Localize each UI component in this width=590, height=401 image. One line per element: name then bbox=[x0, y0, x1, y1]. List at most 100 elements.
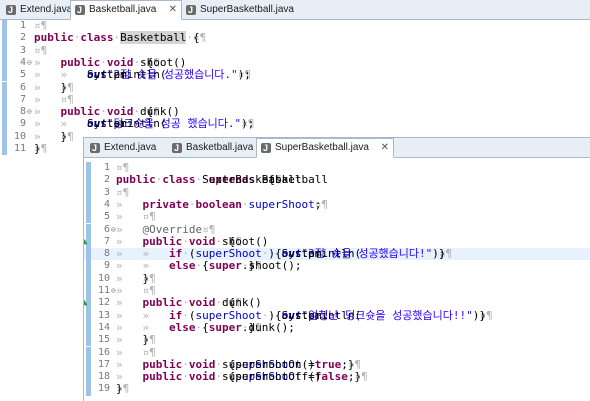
line-number: 9 bbox=[19, 118, 26, 130]
code-line[interactable]: 19} ¤¶ bbox=[84, 383, 590, 396]
code-line[interactable]: 2 public·class·Basketball·{¤¶ bbox=[0, 31, 590, 45]
code-token: = bbox=[308, 370, 315, 384]
code-token: void bbox=[188, 357, 216, 371]
code-token: » » bbox=[116, 247, 169, 261]
code-token: void bbox=[188, 370, 216, 384]
code-token: ¤¶ bbox=[34, 43, 48, 57]
code-token: · bbox=[215, 357, 222, 371]
code-token: public bbox=[34, 31, 74, 45]
code-token: super bbox=[208, 259, 242, 273]
line-number: 11 bbox=[13, 143, 26, 154]
code-token: else bbox=[168, 320, 196, 334]
code-line[interactable]: 15» } ¤¶ bbox=[84, 333, 590, 347]
code-line[interactable]: 18» public·void· superShootOff() ·{·superS… bbox=[84, 370, 590, 384]
line-number: 6 bbox=[19, 81, 26, 93]
code-line[interactable]: 10» } ¤¶ bbox=[84, 271, 590, 285]
tab-label: Basketball.java bbox=[186, 142, 254, 153]
tab-basketball[interactable]: Basketball.java ✕ bbox=[70, 0, 182, 20]
code-token: · bbox=[133, 105, 140, 119]
close-icon[interactable]: ✕ bbox=[169, 1, 177, 18]
code-token: else bbox=[168, 259, 196, 273]
code-token: { bbox=[192, 31, 200, 45]
fold-toggle-icon[interactable]: ⊖ bbox=[27, 106, 32, 118]
tab-basketball[interactable]: Basketball.java bbox=[168, 139, 266, 157]
override-triangle-icon[interactable]: ▲ bbox=[84, 236, 87, 248]
tab-superbasketball[interactable]: SuperBasketball.java ✕ bbox=[256, 138, 394, 158]
code-token: ; bbox=[314, 197, 322, 211]
code-token: » ¤¶ bbox=[116, 210, 156, 224]
code-token: } bbox=[248, 320, 256, 334]
line-number: 1 bbox=[103, 162, 110, 173]
close-icon[interactable]: ✕ bbox=[381, 139, 389, 156]
line-number: 7 bbox=[19, 93, 26, 105]
line-number: 15 bbox=[97, 334, 110, 346]
line-number: 10 bbox=[13, 130, 26, 142]
code-token: public bbox=[142, 234, 183, 248]
line-number: 4 bbox=[103, 198, 110, 210]
code-line[interactable]: 4» private·boolean·superShoot; ¤¶ bbox=[84, 197, 590, 212]
code-token: » bbox=[116, 370, 143, 384]
code-token: » ¤¶ bbox=[116, 345, 156, 359]
override-triangle-icon[interactable]: ▲ bbox=[84, 297, 87, 309]
code-token: ¤¶ bbox=[116, 185, 130, 199]
code-token: » bbox=[116, 222, 143, 236]
code-token: ); bbox=[241, 117, 255, 131]
java-file-icon bbox=[172, 140, 182, 157]
java-file-icon bbox=[75, 2, 85, 19]
code-line[interactable]: 2 public·class· SuperBasketball ·extends· Ba… bbox=[84, 173, 590, 187]
code-text: } ¤¶ bbox=[34, 142, 47, 155]
code-token: » » bbox=[116, 308, 169, 322]
code-token: · bbox=[182, 247, 189, 261]
code-token: void bbox=[106, 105, 134, 119]
code-token: » » bbox=[34, 68, 87, 82]
tab-label: SuperBasketball.java bbox=[275, 142, 369, 153]
line-number: 13 bbox=[97, 309, 110, 321]
java-file-icon bbox=[6, 2, 16, 19]
code-token: » » bbox=[116, 320, 169, 334]
line-number: 10 bbox=[97, 272, 110, 284]
tab-label: Extend.java bbox=[20, 4, 73, 15]
code-token: » bbox=[116, 333, 143, 347]
code-token: if bbox=[168, 247, 183, 261]
code-text: public·class· SuperBasketball ·extends· Bas… bbox=[116, 173, 328, 187]
code-text: } ¤¶ bbox=[116, 383, 129, 396]
line-number: 6 bbox=[103, 223, 110, 235]
code-line[interactable]: 14» » else·{·super .dunk(); ·} ¤¶ bbox=[84, 320, 590, 335]
code-token: public bbox=[60, 105, 101, 119]
line-number: 3 bbox=[103, 186, 110, 198]
code-line[interactable]: 9» » System. out .println("덩크슛을 성공 했습니다.")… bbox=[0, 117, 590, 131]
code-token: » » bbox=[34, 117, 87, 131]
code-token: superShootOff() bbox=[222, 370, 322, 384]
code-token: if bbox=[168, 308, 183, 322]
code-token: void bbox=[106, 55, 134, 69]
line-number: 5 bbox=[19, 69, 26, 81]
superbasketball-editor[interactable]: Extend.java Basketball.java SuperBasketb… bbox=[83, 137, 590, 401]
code-token: .println( bbox=[106, 68, 167, 82]
code-token: » bbox=[34, 129, 61, 143]
line-number: 17 bbox=[97, 358, 110, 370]
code-token: private bbox=[142, 197, 189, 211]
code-token: » bbox=[116, 296, 143, 310]
code-token: · bbox=[215, 296, 222, 310]
code-token: ); bbox=[237, 68, 251, 82]
code-token: { bbox=[268, 173, 275, 187]
tab-superbasketball[interactable]: SuperBasketball.java bbox=[182, 1, 300, 19]
code-token: .println( bbox=[106, 117, 167, 131]
tab-label: Extend.java bbox=[104, 142, 157, 153]
fold-toggle-icon[interactable]: ⊖ bbox=[27, 57, 32, 69]
code-line[interactable]: 9» » else·{·super .shoot(); ·} ¤¶ bbox=[84, 259, 590, 273]
tab-extend[interactable]: Extend.java bbox=[86, 139, 166, 157]
code-token: · bbox=[100, 55, 107, 69]
code-token: public bbox=[142, 357, 183, 371]
code-token: » bbox=[116, 197, 143, 211]
code-token: · bbox=[215, 370, 222, 384]
code-token: } bbox=[60, 129, 68, 143]
code-token: ¤¶ bbox=[116, 161, 130, 174]
code-line[interactable]: 5» » System. out .println("2점 슛을 성공했습니다.")… bbox=[0, 68, 590, 82]
code-token: » ¤¶ bbox=[34, 92, 74, 106]
code-token: » bbox=[116, 271, 143, 285]
code-area[interactable]: 1 ¤¶ 2 public·class· SuperBasketball ·extends… bbox=[84, 158, 590, 401]
code-line[interactable]: 6» } ¤¶ bbox=[0, 81, 590, 94]
code-text: public·class·Basketball·{¤¶ bbox=[34, 31, 206, 45]
line-number: 11 bbox=[97, 285, 110, 296]
